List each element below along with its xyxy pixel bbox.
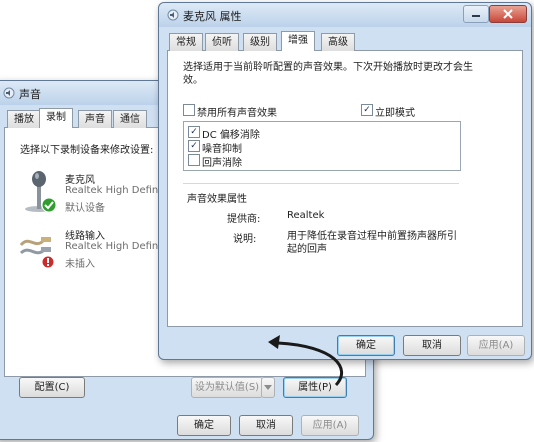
tab-label: 增强 — [288, 35, 308, 46]
tab-label: 录制 — [46, 112, 66, 123]
annotation-arrow — [268, 335, 343, 387]
tab-enhancements[interactable]: 增强 — [281, 31, 315, 51]
tab-recording[interactable]: 录制 — [39, 108, 73, 128]
